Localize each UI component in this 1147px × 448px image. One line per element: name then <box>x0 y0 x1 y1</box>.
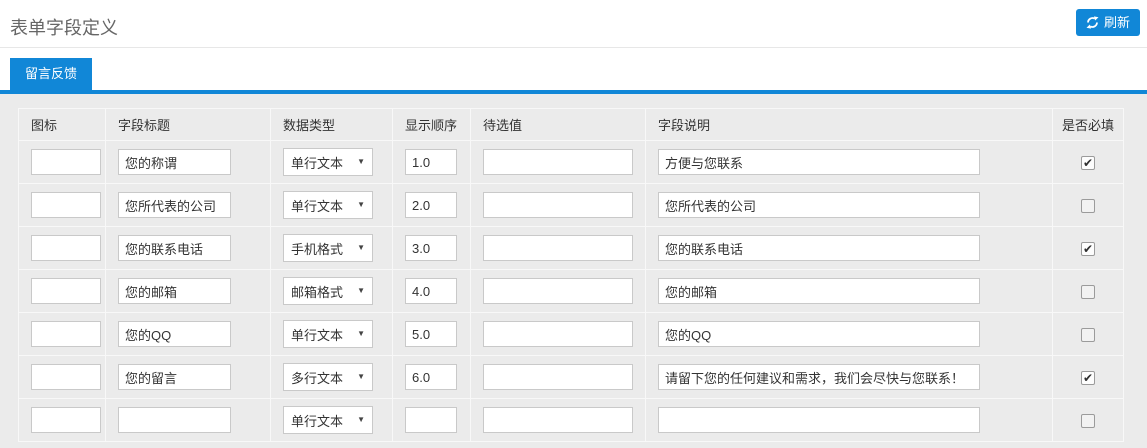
chevron-down-icon: ▼ <box>357 373 365 381</box>
data-type-select[interactable]: 单行文本 ▼ <box>283 191 373 219</box>
required-checkbox[interactable] <box>1081 199 1095 213</box>
icon-input[interactable] <box>31 192 101 218</box>
icon-input[interactable] <box>31 149 101 175</box>
data-type-select[interactable]: 多行文本 ▼ <box>283 363 373 391</box>
field-title-input[interactable] <box>118 321 231 347</box>
display-order-input[interactable] <box>405 235 457 261</box>
data-type-value: 单行文本 <box>291 196 343 215</box>
display-order-input[interactable] <box>405 321 457 347</box>
table-row: 单行文本 ▼ ✔ <box>19 141 1124 184</box>
data-type-value: 邮箱格式 <box>291 282 343 301</box>
field-title-input[interactable] <box>118 407 231 433</box>
table-row: 手机格式 ▼ ✔ <box>19 227 1124 270</box>
display-order-input[interactable] <box>405 364 457 390</box>
field-title-input[interactable] <box>118 149 231 175</box>
refresh-label: 刷新 <box>1104 16 1130 29</box>
candidate-input[interactable] <box>483 321 633 347</box>
column-header-desc: 字段说明 <box>646 109 1053 141</box>
candidate-input[interactable] <box>483 407 633 433</box>
field-desc-input[interactable] <box>658 235 980 261</box>
field-desc-input[interactable] <box>658 278 980 304</box>
table-row: 单行文本 ▼ <box>19 184 1124 227</box>
content-panel: 图标 字段标题 数据类型 显示顺序 待选值 字段说明 是否必填 单行文本 ▼ ✔ <box>0 94 1147 448</box>
data-type-value: 单行文本 <box>291 153 343 172</box>
tab-label: 留言反馈 <box>25 66 77 81</box>
required-checkbox[interactable]: ✔ <box>1081 242 1095 256</box>
field-desc-input[interactable] <box>658 407 980 433</box>
field-table: 图标 字段标题 数据类型 显示顺序 待选值 字段说明 是否必填 单行文本 ▼ ✔ <box>18 108 1124 442</box>
field-desc-input[interactable] <box>658 321 980 347</box>
required-checkbox[interactable] <box>1081 414 1095 428</box>
display-order-input[interactable] <box>405 278 457 304</box>
column-header-icon: 图标 <box>19 109 106 141</box>
data-type-value: 单行文本 <box>291 325 343 344</box>
candidate-input[interactable] <box>483 235 633 261</box>
column-header-order: 显示顺序 <box>393 109 471 141</box>
page-header: 表单字段定义 刷新 <box>0 0 1147 48</box>
candidate-input[interactable] <box>483 149 633 175</box>
tab-bar: 留言反馈 <box>0 48 1147 90</box>
chevron-down-icon: ▼ <box>357 201 365 209</box>
column-header-required: 是否必填 <box>1053 109 1124 141</box>
data-type-value: 手机格式 <box>291 239 343 258</box>
table-row: 多行文本 ▼ ✔ <box>19 356 1124 399</box>
candidate-input[interactable] <box>483 278 633 304</box>
column-header-type: 数据类型 <box>271 109 393 141</box>
data-type-select[interactable]: 单行文本 ▼ <box>283 406 373 434</box>
chevron-down-icon: ▼ <box>357 158 365 166</box>
header-row: 图标 字段标题 数据类型 显示顺序 待选值 字段说明 是否必填 <box>19 109 1124 141</box>
table-row: 邮箱格式 ▼ <box>19 270 1124 313</box>
display-order-input[interactable] <box>405 192 457 218</box>
field-title-input[interactable] <box>118 364 231 390</box>
icon-input[interactable] <box>31 364 101 390</box>
field-title-input[interactable] <box>118 278 231 304</box>
refresh-button[interactable]: 刷新 <box>1076 9 1140 36</box>
icon-input[interactable] <box>31 321 101 347</box>
chevron-down-icon: ▼ <box>357 287 365 295</box>
data-type-select[interactable]: 单行文本 ▼ <box>283 320 373 348</box>
icon-input[interactable] <box>31 407 101 433</box>
display-order-input[interactable] <box>405 149 457 175</box>
icon-input[interactable] <box>31 278 101 304</box>
required-checkbox[interactable]: ✔ <box>1081 156 1095 170</box>
data-type-select[interactable]: 手机格式 ▼ <box>283 234 373 262</box>
required-checkbox[interactable]: ✔ <box>1081 371 1095 385</box>
chevron-down-icon: ▼ <box>357 416 365 424</box>
chevron-down-icon: ▼ <box>357 244 365 252</box>
data-type-value: 单行文本 <box>291 411 343 430</box>
field-desc-input[interactable] <box>658 149 980 175</box>
table-row: 单行文本 ▼ <box>19 313 1124 356</box>
required-checkbox[interactable] <box>1081 328 1095 342</box>
display-order-input[interactable] <box>405 407 457 433</box>
field-title-input[interactable] <box>118 192 231 218</box>
tab-message-feedback[interactable]: 留言反馈 <box>10 58 92 90</box>
field-table-body: 单行文本 ▼ ✔ 单行文本 ▼ 手机格式 ▼ <box>19 141 1124 442</box>
icon-input[interactable] <box>31 235 101 261</box>
page-title: 表单字段定义 <box>10 14 118 40</box>
chevron-down-icon: ▼ <box>357 330 365 338</box>
column-header-candidate: 待选值 <box>471 109 646 141</box>
data-type-select[interactable]: 单行文本 ▼ <box>283 148 373 176</box>
required-checkbox[interactable] <box>1081 285 1095 299</box>
refresh-icon <box>1086 16 1099 29</box>
field-title-input[interactable] <box>118 235 231 261</box>
candidate-input[interactable] <box>483 192 633 218</box>
field-desc-input[interactable] <box>658 364 980 390</box>
column-header-title: 字段标题 <box>106 109 271 141</box>
field-desc-input[interactable] <box>658 192 980 218</box>
candidate-input[interactable] <box>483 364 633 390</box>
data-type-select[interactable]: 邮箱格式 ▼ <box>283 277 373 305</box>
table-row: 单行文本 ▼ <box>19 399 1124 442</box>
data-type-value: 多行文本 <box>291 368 343 387</box>
